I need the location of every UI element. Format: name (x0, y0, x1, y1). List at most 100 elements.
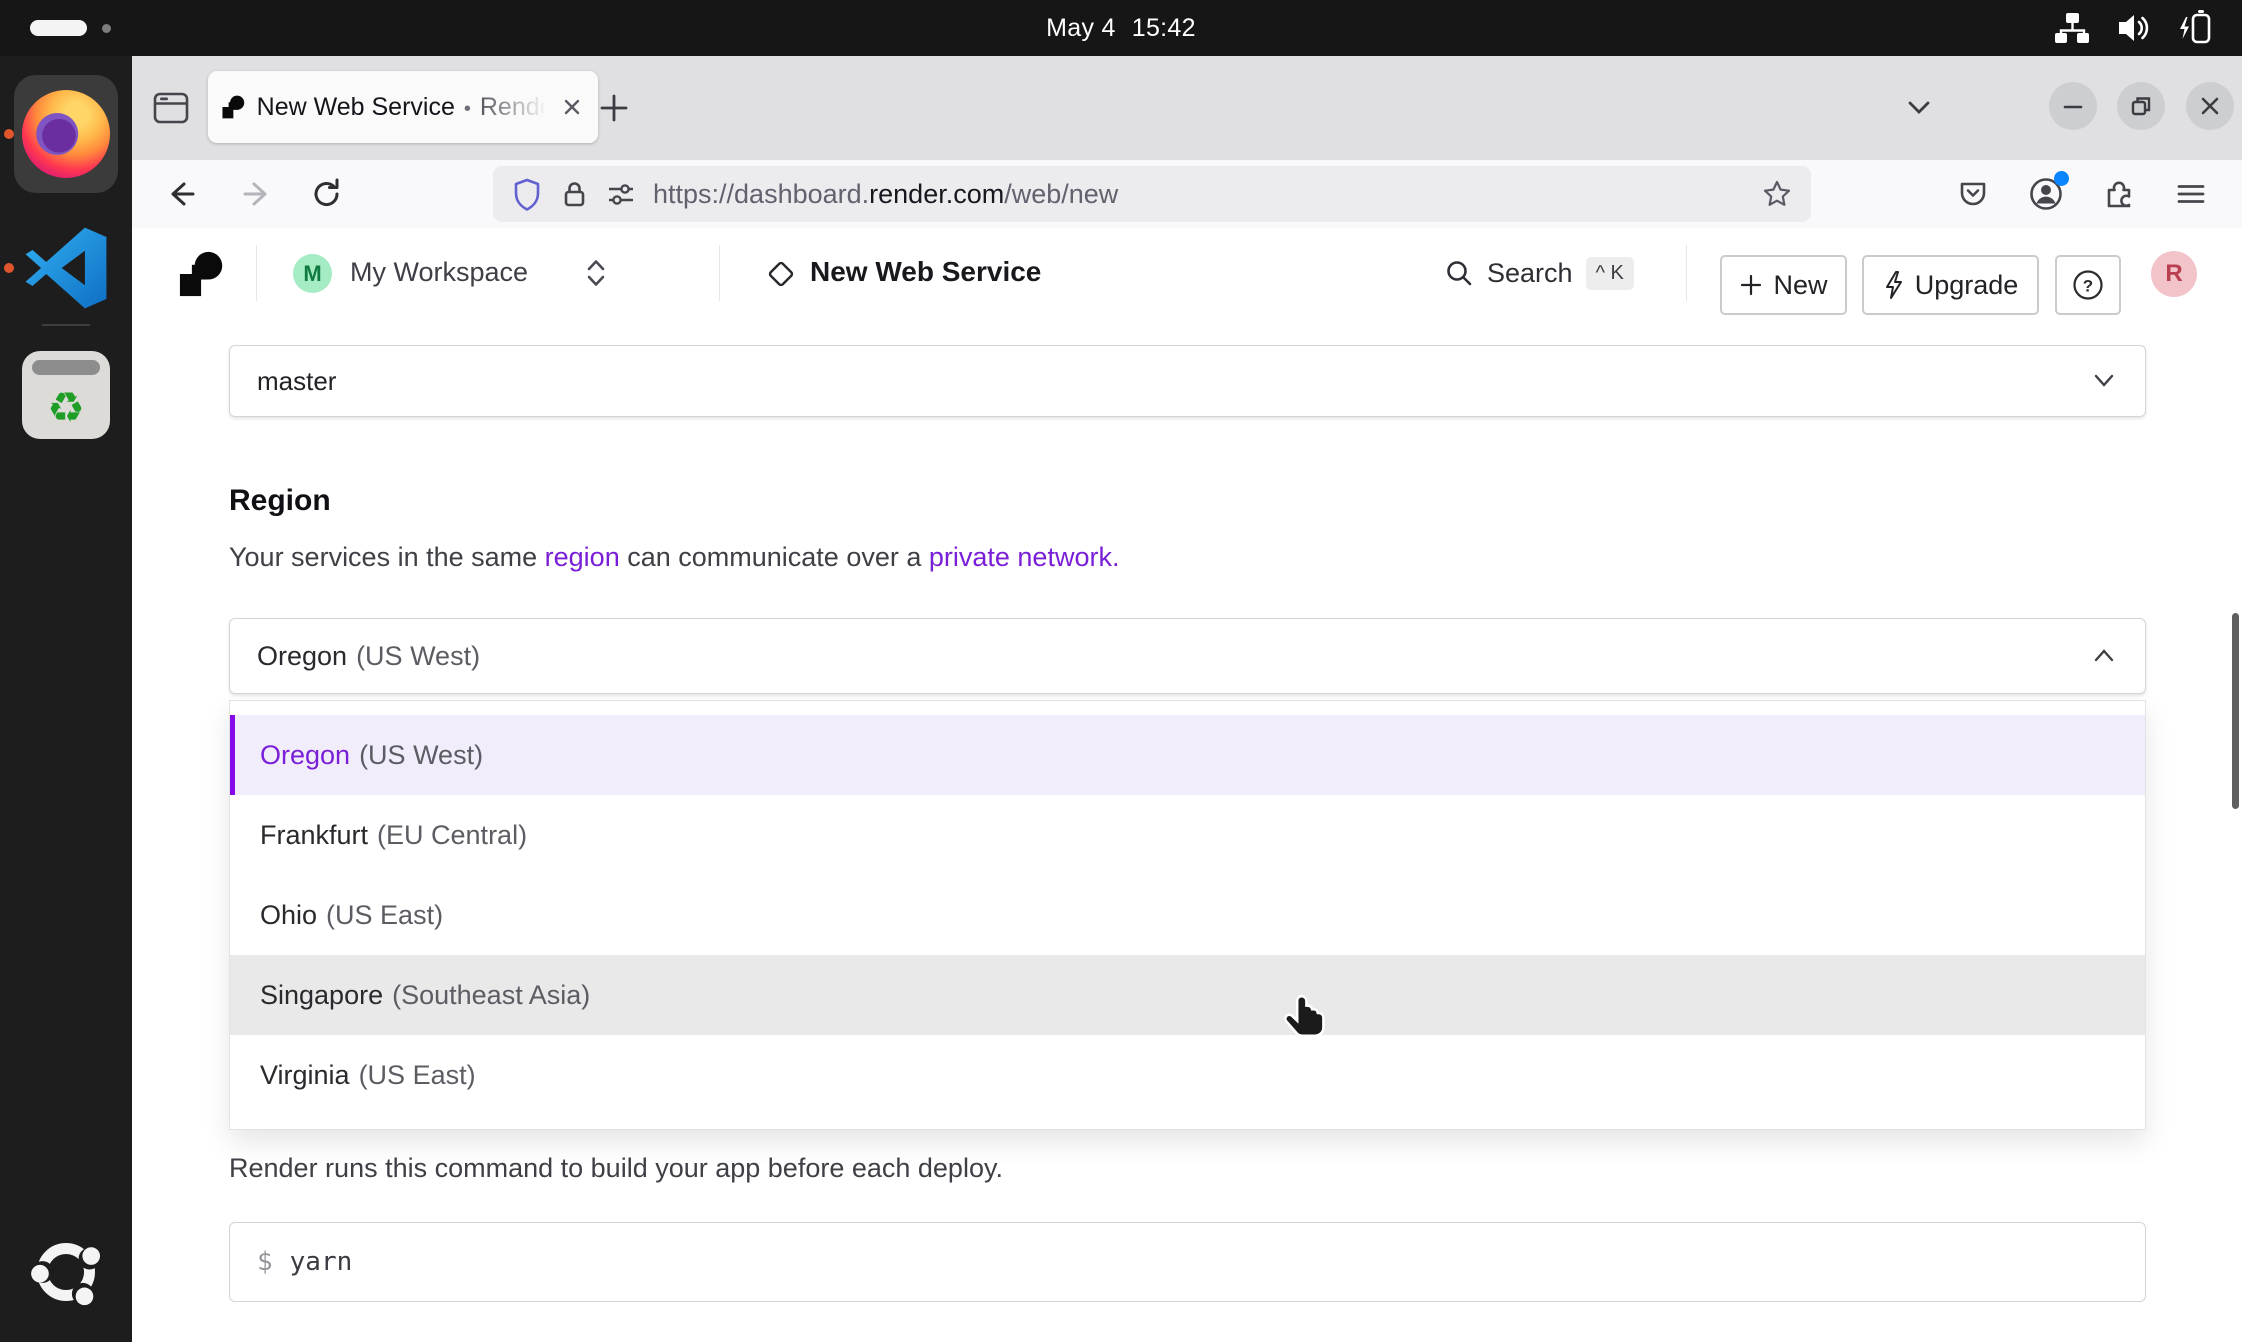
header-divider (256, 245, 257, 301)
app-header: M My Workspace New Web Service Search ^ … (132, 228, 2242, 319)
region-option-location: (US East) (359, 1060, 476, 1091)
scrollbar-thumb[interactable] (2232, 613, 2239, 809)
new-tab-button[interactable] (594, 88, 634, 128)
svg-text:?: ? (2083, 277, 2093, 296)
bolt-icon (1883, 270, 1905, 300)
chevron-down-icon (2090, 371, 2118, 391)
dock-divider (42, 324, 90, 326)
pocket-icon[interactable] (1956, 177, 1990, 211)
browser-tab[interactable]: New Web Service•Rende (208, 71, 598, 143)
system-clock[interactable]: May 4 15:42 (1046, 0, 1196, 56)
tab-bar: New Web Service•Rende (132, 56, 2242, 160)
firefox-window: New Web Service • Rende (132, 56, 2242, 1342)
lock-icon[interactable] (559, 178, 589, 210)
workspace-avatar[interactable]: M (293, 254, 332, 293)
reload-button[interactable] (308, 176, 346, 212)
dock-item-firefox[interactable] (14, 75, 118, 193)
build-command-description: Render runs this command to build your a… (229, 1153, 1003, 1184)
dock: ♻ (0, 56, 132, 1342)
region-option[interactable]: Virginia (US East) (230, 1035, 2145, 1115)
account-notification-dot (2054, 171, 2069, 186)
region-select-location: (US West) (356, 641, 480, 672)
firefox-icon (22, 90, 110, 178)
account-button[interactable] (2028, 176, 2064, 212)
volume-icon (2114, 8, 2154, 48)
branch-value: master (257, 366, 336, 397)
region-option-location: (Southeast Asia) (392, 980, 590, 1011)
render-logo[interactable] (179, 249, 225, 299)
region-select[interactable]: Oregon (US West) (229, 618, 2146, 694)
navigation-bar: https://dashboard.render.com/web/new (132, 160, 2242, 229)
region-select-value: Oregon (257, 641, 347, 672)
region-option[interactable]: Oregon(US West) (230, 715, 2145, 795)
bookmark-star-icon[interactable] (1761, 178, 1793, 210)
region-option[interactable]: Frankfurt (EU Central) (230, 795, 2145, 875)
region-option-name: Singapore (260, 980, 383, 1011)
region-option-location: (EU Central) (377, 820, 527, 851)
dock-item-trash[interactable]: ♻ (22, 351, 110, 439)
firefox-running-dot (4, 129, 14, 139)
clock-time: 15:42 (1132, 14, 1196, 43)
dock-item-vscode[interactable] (22, 220, 110, 316)
region-option-name: Virginia (260, 1060, 350, 1091)
service-diamond-icon (766, 259, 796, 289)
url-bar[interactable]: https://dashboard.render.com/web/new (493, 166, 1811, 222)
desktop: May 4 15:42 (0, 0, 2242, 1342)
workspace-name[interactable]: My Workspace (350, 257, 528, 288)
recycle-icon: ♻ (47, 387, 85, 429)
search-shortcut: ^ K (1586, 257, 1634, 290)
system-tray[interactable] (2052, 0, 2216, 56)
region-option-name: Ohio (260, 900, 317, 931)
page-content: master Region Your services in the same … (132, 318, 2242, 1342)
help-button[interactable]: ? (2055, 255, 2121, 315)
upgrade-button[interactable]: Upgrade (1862, 255, 2039, 315)
system-bar: May 4 15:42 (0, 0, 2242, 56)
extensions-puzzle-icon[interactable] (2102, 177, 2136, 211)
new-button[interactable]: New (1720, 255, 1847, 315)
command-value: yarn (290, 1247, 353, 1277)
header-divider (1686, 245, 1687, 301)
render-favicon (222, 94, 246, 120)
forward-button[interactable] (236, 176, 274, 212)
region-option-location: (US East) (326, 900, 443, 931)
tab-title-truncated: Rende (480, 93, 549, 121)
search-control[interactable]: Search ^ K (1444, 228, 1634, 318)
branch-select[interactable]: master (229, 345, 2146, 417)
region-option[interactable]: Singapore (Southeast Asia) (230, 955, 2145, 1035)
search-label: Search (1487, 258, 1573, 289)
region-option[interactable]: Ohio (US East) (230, 875, 2145, 955)
url-prefix: https://dashboard. (653, 179, 869, 210)
close-window-button[interactable] (2186, 82, 2234, 130)
toolbar-icons (1956, 170, 2208, 218)
tab-title: New Web Service•Rende (257, 93, 549, 122)
tracking-protection-shield-icon[interactable] (511, 177, 543, 211)
minimize-button[interactable] (2049, 82, 2097, 130)
restore-button[interactable] (2117, 82, 2165, 130)
menu-hamburger-icon[interactable] (2174, 177, 2208, 211)
url-domain: render.com (869, 179, 1004, 210)
region-link[interactable]: region (545, 542, 620, 572)
ubuntu-logo-icon[interactable] (24, 1230, 108, 1314)
region-option-name: Frankfurt (260, 820, 368, 851)
firefox-view-icon[interactable] (150, 87, 192, 129)
build-command-input[interactable]: $ yarn (229, 1222, 2146, 1302)
back-button[interactable] (164, 176, 202, 212)
permissions-icon[interactable] (605, 178, 637, 210)
clock-date: May 4 (1046, 14, 1116, 43)
battery-charging-icon (2176, 8, 2216, 48)
tab-close-icon[interactable] (560, 95, 584, 119)
page-title: New Web Service (810, 256, 1041, 288)
command-prompt: $ (257, 1247, 273, 1277)
user-avatar[interactable]: R (2151, 251, 2197, 297)
tab-separator: • (464, 98, 471, 120)
trash-lid (32, 360, 100, 375)
workspace-indicator-pill[interactable] (30, 20, 87, 36)
region-description: Your services in the same region can com… (229, 542, 1119, 573)
private-network-link[interactable]: private network. (929, 542, 1120, 572)
url-text[interactable]: https://dashboard.render.com/web/new (653, 179, 1118, 210)
region-option-location: (US West) (359, 740, 483, 771)
workspace-switcher-icon[interactable] (584, 256, 608, 290)
header-divider (719, 245, 720, 301)
workspace-indicator-dot[interactable] (102, 24, 111, 33)
tab-list-chevron-icon[interactable] (1902, 96, 1936, 120)
